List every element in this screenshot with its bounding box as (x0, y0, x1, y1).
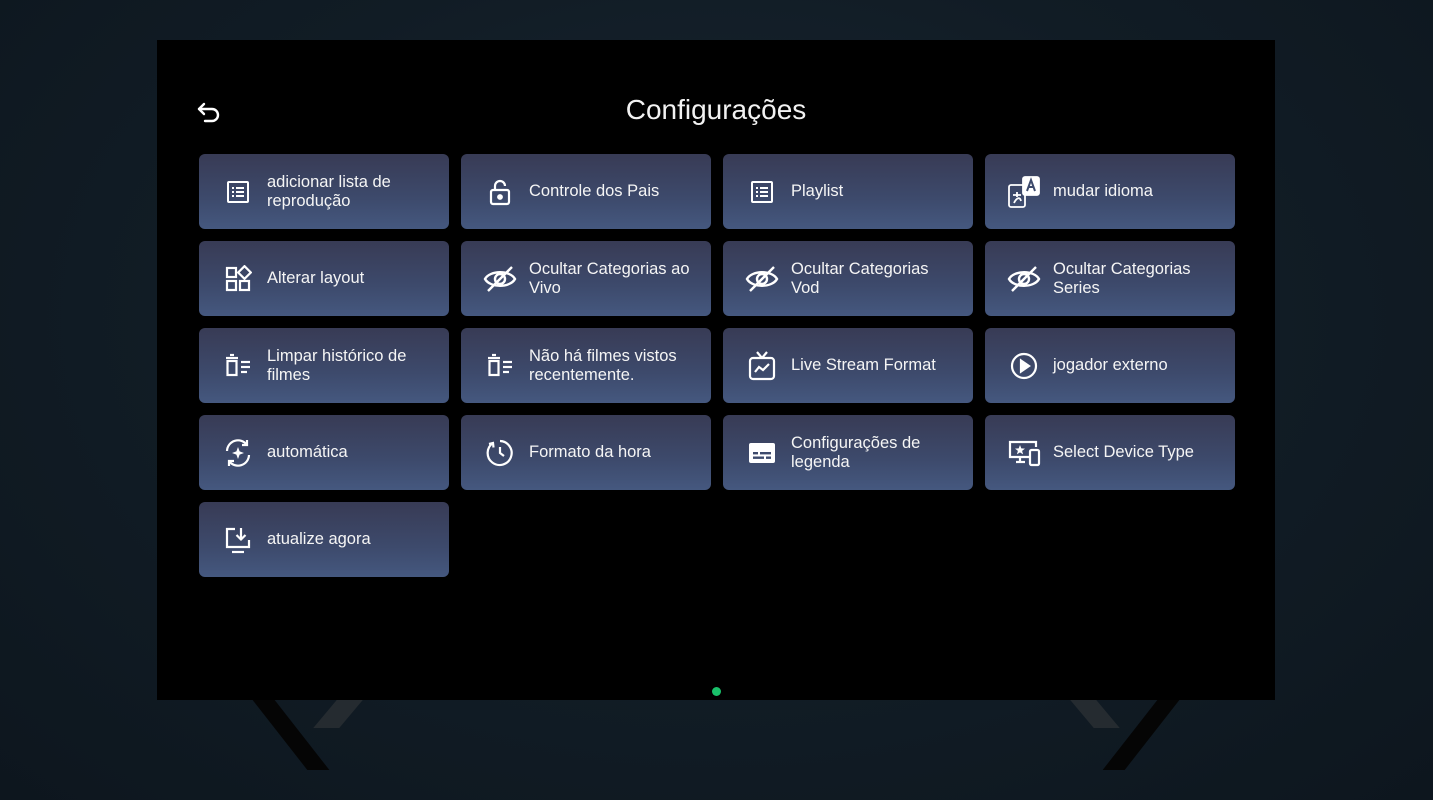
tile-playlist[interactable]: Playlist (723, 154, 973, 229)
page-title: Configurações (625, 94, 807, 125)
device-icon (1007, 436, 1041, 470)
tile-label: automática (267, 443, 348, 461)
tv-icon (745, 349, 779, 383)
tile-label: Alterar layout (267, 269, 365, 287)
tv-stand-shadow-left (313, 700, 363, 728)
play-circle-icon (1007, 349, 1041, 383)
tile-label: atualize agora (267, 530, 371, 548)
tile-label: Limpar histórico de filmes (267, 346, 407, 384)
tile-change-layout[interactable]: Alterar layout (199, 241, 449, 316)
tile-add-playlist[interactable]: adicionar lista de reprodução (199, 154, 449, 229)
clear-history-icon (221, 349, 255, 383)
layout-icon (221, 262, 255, 296)
tile-label: mudar idioma (1053, 182, 1153, 200)
tile-parental-control[interactable]: Controle dos Pais (461, 154, 711, 229)
tv-stand-shadow-right (1070, 700, 1120, 728)
tile-label: Não há filmes vistos recentemente. (529, 346, 677, 384)
tile-label: Select Device Type (1053, 443, 1194, 461)
eye-off-icon (483, 262, 517, 296)
tile-live-stream-format[interactable]: Live Stream Format (723, 328, 973, 403)
tile-label: adicionar lista de reprodução (267, 172, 391, 210)
tile-label: Configurações de legenda (791, 433, 921, 471)
tile-label: jogador externo (1053, 356, 1168, 374)
clock-icon (483, 436, 517, 470)
list-icon (745, 175, 779, 209)
subtitles-icon (745, 436, 779, 470)
tile-label: Ocultar Categorias Vod (791, 259, 929, 297)
download-icon (221, 523, 255, 557)
clear-history-icon (483, 349, 517, 383)
auto-refresh-icon (221, 436, 255, 470)
tile-label: Ocultar Categorias ao Vivo (529, 259, 690, 297)
tile-hide-live-categories[interactable]: Ocultar Categorias ao Vivo (461, 241, 711, 316)
translate-icon (1007, 175, 1041, 209)
tile-external-player[interactable]: jogador externo (985, 328, 1235, 403)
tile-label: Formato da hora (529, 443, 651, 461)
tile-update-now[interactable]: atualize agora (199, 502, 449, 577)
tile-time-format[interactable]: Formato da hora (461, 415, 711, 490)
tile-no-recent-movies[interactable]: Não há filmes vistos recentemente. (461, 328, 711, 403)
tile-select-device-type[interactable]: Select Device Type (985, 415, 1235, 490)
tv-screen: Configurações adicionar lista de reprodu… (157, 40, 1275, 700)
tile-hide-series-categories[interactable]: Ocultar Categorias Series (985, 241, 1235, 316)
tile-subtitle-settings[interactable]: Configurações de legenda (723, 415, 973, 490)
power-indicator-dot (712, 687, 721, 696)
tile-label: Live Stream Format (791, 356, 936, 374)
tile-automatic[interactable]: automática (199, 415, 449, 490)
tv-stand-leg-left (252, 700, 330, 770)
eye-off-icon (1007, 262, 1041, 296)
list-icon (221, 175, 255, 209)
settings-grid: adicionar lista de reprodução Controle d… (199, 154, 1235, 577)
eye-off-icon (745, 262, 779, 296)
tv-stand-leg-right (1102, 700, 1180, 770)
lock-icon (483, 175, 517, 209)
tile-hide-vod-categories[interactable]: Ocultar Categorias Vod (723, 241, 973, 316)
tile-change-language[interactable]: mudar idioma (985, 154, 1235, 229)
tile-label: Controle dos Pais (529, 182, 660, 200)
tile-label: Playlist (791, 182, 844, 200)
tile-clear-movie-history[interactable]: Limpar histórico de filmes (199, 328, 449, 403)
tile-label: Ocultar Categorias Series (1053, 259, 1191, 297)
